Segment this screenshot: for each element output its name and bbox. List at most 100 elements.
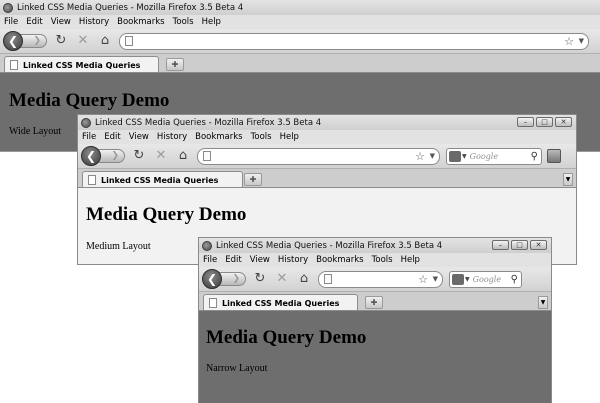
menu-file[interactable]: File: [82, 132, 96, 142]
page-icon: [10, 60, 18, 70]
menu-file[interactable]: File: [203, 255, 217, 265]
title-bar: Linked CSS Media Queries - Mozilla Firef…: [199, 238, 551, 253]
layout-label: Narrow Layout: [206, 363, 268, 374]
stop-icon: ✕: [77, 33, 89, 48]
window-title: Linked CSS Media Queries - Mozilla Firef…: [95, 117, 322, 128]
close-button[interactable]: ✕: [530, 240, 547, 250]
star-icon[interactable]: ☆: [564, 34, 574, 49]
plus-icon: ✚: [249, 175, 257, 184]
reload-icon: ↻: [55, 33, 67, 48]
url-input[interactable]: ☆ ▼: [119, 32, 589, 50]
chevron-down-icon[interactable]: ▼: [462, 153, 467, 160]
maximize-button[interactable]: □: [511, 240, 528, 250]
back-button[interactable]: ❮: [202, 269, 222, 289]
magnifier-icon[interactable]: ⚲: [511, 272, 518, 287]
new-tab-button[interactable]: ✚: [365, 296, 383, 309]
reload-button[interactable]: ↻: [252, 271, 268, 287]
chevron-down-icon: ▼: [540, 299, 546, 306]
menu-history[interactable]: History: [157, 132, 187, 142]
page-icon: [209, 298, 217, 308]
search-placeholder: Google: [469, 151, 499, 161]
back-button[interactable]: ❮: [81, 146, 101, 166]
tab-linked-css[interactable]: Linked CSS Media Queries: [203, 294, 358, 311]
close-button[interactable]: ✕: [555, 117, 572, 127]
new-tab-button[interactable]: ✚: [244, 173, 262, 186]
window-controls: – □ ✕: [517, 117, 572, 127]
search-engine-icon[interactable]: [452, 273, 464, 285]
back-forward-group: ❯ ❮: [3, 31, 47, 51]
forward-arrow-icon: ❯: [33, 36, 41, 46]
stop-icon: ✕: [155, 148, 167, 163]
tab-label: Linked CSS Media Queries: [222, 298, 340, 308]
reload-icon: ↻: [254, 271, 266, 286]
search-engine-icon[interactable]: [449, 150, 461, 162]
menu-help[interactable]: Help: [202, 17, 221, 27]
back-arrow-icon: ❮: [85, 149, 97, 163]
stop-button[interactable]: ✕: [75, 33, 91, 49]
star-icon[interactable]: ☆: [415, 149, 425, 164]
tab-linked-css[interactable]: Linked CSS Media Queries: [82, 171, 243, 188]
menu-history[interactable]: History: [278, 255, 308, 265]
forward-arrow-icon: ❯: [111, 151, 119, 161]
menu-tools[interactable]: Tools: [173, 17, 194, 27]
menu-edit[interactable]: Edit: [104, 132, 120, 142]
menu-view[interactable]: View: [129, 132, 149, 142]
star-icon[interactable]: ☆: [418, 272, 428, 287]
window-title: Linked CSS Media Queries - Mozilla Firef…: [17, 2, 244, 13]
home-button[interactable]: ⌂: [175, 148, 191, 164]
dropdown-arrow-icon[interactable]: ▼: [433, 272, 438, 287]
stop-button[interactable]: ✕: [274, 271, 290, 287]
maximize-button[interactable]: □: [536, 117, 553, 127]
menu-help[interactable]: Help: [401, 255, 420, 265]
menu-view[interactable]: View: [250, 255, 270, 265]
new-tab-button[interactable]: ✚: [166, 58, 184, 71]
home-button[interactable]: ⌂: [296, 271, 312, 287]
menu-tools[interactable]: Tools: [372, 255, 393, 265]
menu-bookmarks[interactable]: Bookmarks: [316, 255, 364, 265]
page-content: Media Query Demo Narrow Layout: [199, 310, 551, 403]
browser-window-narrow: Linked CSS Media Queries - Mozilla Firef…: [198, 237, 552, 403]
url-input[interactable]: ☆ ▼: [197, 147, 440, 165]
menu-file[interactable]: File: [4, 17, 18, 27]
dropdown-arrow-icon[interactable]: ▼: [430, 149, 435, 164]
menu-view[interactable]: View: [51, 17, 71, 27]
reload-button[interactable]: ↻: [53, 33, 69, 49]
tab-label: Linked CSS Media Queries: [101, 175, 219, 185]
firefox-icon: [3, 2, 13, 13]
firefox-icon: [202, 240, 212, 251]
menu-help[interactable]: Help: [280, 132, 299, 142]
search-input[interactable]: ▼ Google ⚲: [446, 147, 542, 165]
tab-label: Linked CSS Media Queries: [23, 60, 141, 70]
stop-button[interactable]: ✕: [153, 148, 169, 164]
navigation-toolbar: ❯ ❮ ↻ ✕ ⌂ ☆ ▼ ▼ Google ⚲: [199, 267, 551, 291]
menu-edit[interactable]: Edit: [225, 255, 241, 265]
home-button[interactable]: ⌂: [97, 33, 113, 49]
menu-bar: File Edit View History Bookmarks Tools H…: [0, 15, 600, 29]
page-icon: [324, 274, 332, 284]
tab-list-button[interactable]: ▼: [563, 173, 573, 186]
page-icon: [203, 151, 211, 161]
dropdown-arrow-icon[interactable]: ▼: [579, 34, 584, 49]
back-arrow-icon: ❮: [206, 272, 218, 286]
reload-button[interactable]: ↻: [131, 148, 147, 164]
tab-linked-css[interactable]: Linked CSS Media Queries: [4, 56, 159, 73]
menu-tools[interactable]: Tools: [251, 132, 272, 142]
layout-label: Wide Layout: [9, 126, 62, 137]
url-input[interactable]: ☆ ▼: [318, 270, 443, 288]
menu-edit[interactable]: Edit: [26, 17, 42, 27]
back-arrow-icon: ❮: [7, 34, 19, 48]
magnifier-icon[interactable]: ⚲: [531, 149, 538, 164]
menu-bookmarks[interactable]: Bookmarks: [195, 132, 243, 142]
chevron-down-icon[interactable]: ▼: [465, 276, 470, 283]
back-button[interactable]: ❮: [3, 31, 23, 51]
minimize-button[interactable]: –: [492, 240, 509, 250]
list-all-tabs-icon[interactable]: [547, 149, 561, 163]
title-bar: Linked CSS Media Queries - Mozilla Firef…: [0, 0, 600, 15]
search-input[interactable]: ▼ Google ⚲: [449, 270, 522, 288]
tab-list-button[interactable]: ▼: [538, 296, 548, 309]
menu-bookmarks[interactable]: Bookmarks: [117, 17, 165, 27]
tab-strip: Linked CSS Media Queries ✚ ▼: [199, 291, 551, 311]
minimize-button[interactable]: –: [517, 117, 534, 127]
layout-label: Medium Layout: [86, 241, 151, 252]
menu-history[interactable]: History: [79, 17, 109, 27]
